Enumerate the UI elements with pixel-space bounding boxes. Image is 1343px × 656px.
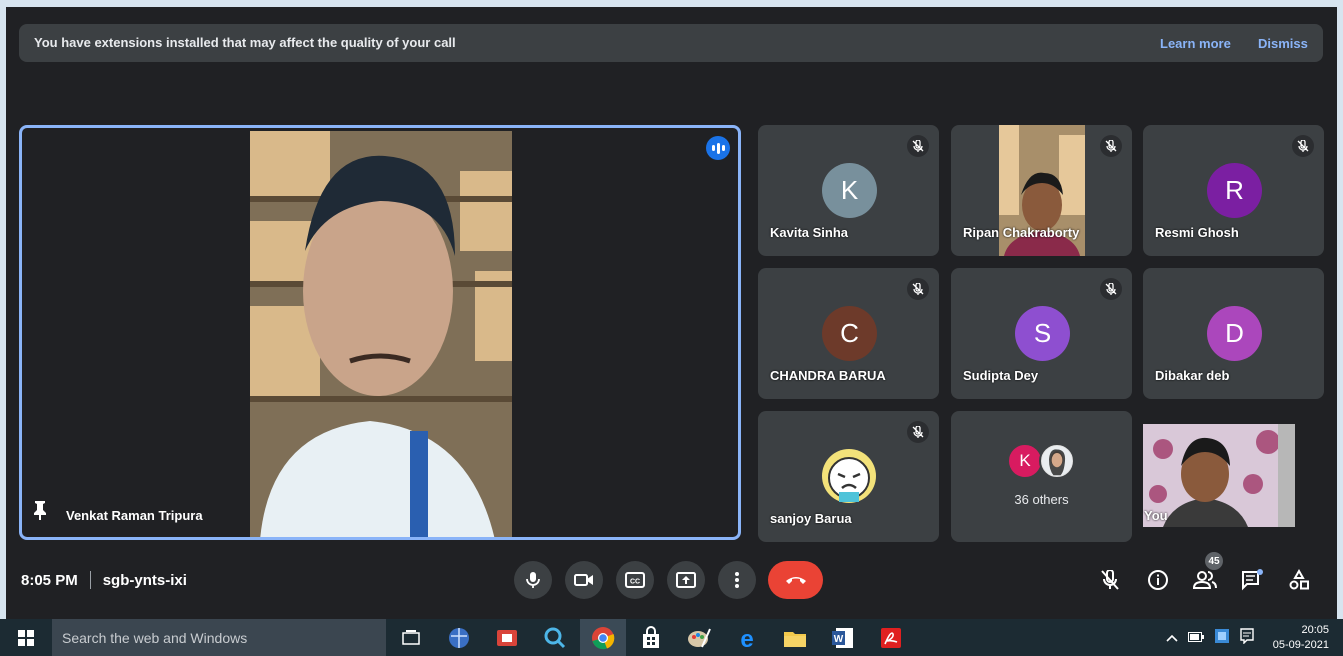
more-options-button[interactable] (718, 561, 756, 599)
mic-off-icon (907, 421, 929, 443)
svg-text:CC: CC (630, 579, 640, 586)
presentation-app-icon[interactable] (494, 625, 520, 651)
emoji-avatar-icon (822, 449, 876, 503)
svg-text:W: W (834, 634, 844, 645)
search-app-icon[interactable] (542, 625, 568, 651)
meeting-details-button[interactable] (1145, 567, 1171, 593)
start-button[interactable] (0, 619, 52, 656)
clock-time: 20:05 (1301, 624, 1329, 636)
present-screen-icon (676, 572, 696, 588)
others-avatar: K (1007, 443, 1043, 479)
meeting-code: sgb-ynts-ixi (102, 571, 187, 589)
banner-message: You have extensions installed that may a… (34, 35, 456, 50)
captions-icon: CC (625, 572, 645, 588)
activities-button[interactable] (1286, 567, 1312, 593)
others-photo-avatar (1039, 443, 1075, 479)
participant-tile[interactable]: D Dibakar deb (1143, 268, 1324, 399)
clock-date: 05-09-2021 (1272, 639, 1329, 651)
participant-name: Sudipta Dey (963, 368, 1039, 383)
speaking-indicator-icon (706, 136, 730, 160)
mic-off-icon (1101, 570, 1119, 590)
mic-off-icon (1292, 135, 1314, 157)
people-count-badge: 45 (1205, 552, 1223, 570)
microphone-icon (526, 572, 540, 588)
network-globe-icon[interactable] (446, 625, 472, 651)
meeting-time: 8:05 PM (21, 571, 78, 589)
participant-tile[interactable]: Ripan Chakraborty (951, 125, 1132, 256)
more-vert-icon (735, 572, 739, 588)
file-explorer-icon[interactable] (782, 625, 808, 651)
speaker-video (250, 131, 512, 537)
chat-icon (1242, 569, 1263, 591)
others-tile[interactable]: K 36 others (951, 411, 1132, 542)
participant-tile[interactable]: K Kavita Sinha (758, 125, 939, 256)
participant-name: sanjoy Barua (770, 511, 852, 526)
mic-off-icon (907, 278, 929, 300)
avatar: S (1015, 306, 1070, 361)
participant-tile[interactable]: R Resmi Ghosh (1143, 125, 1324, 256)
learn-more-link[interactable]: Learn more (1160, 36, 1231, 51)
notifications-icon[interactable] (1240, 628, 1254, 647)
participant-name: Resmi Ghosh (1155, 225, 1239, 240)
taskbar-search-box[interactable]: Search the web and Windows (52, 619, 386, 656)
system-tray (1166, 619, 1254, 656)
camera-button[interactable] (565, 561, 603, 599)
camera-icon (574, 574, 593, 586)
leave-call-button[interactable] (768, 561, 823, 599)
info-icon (1148, 570, 1168, 590)
self-view-tile[interactable]: You (1143, 424, 1295, 527)
windows-taskbar: Search the web and Windows e W 20:05 05-… (0, 619, 1343, 656)
mic-off-icon (907, 135, 929, 157)
participant-tile[interactable]: sanjoy Barua (758, 411, 939, 542)
paint-icon[interactable] (686, 625, 712, 651)
avatar: K (822, 163, 877, 218)
chrome-icon[interactable] (590, 625, 616, 651)
taskbar-clock[interactable]: 20:05 05-09-2021 (1273, 623, 1329, 653)
mic-off-icon (1100, 278, 1122, 300)
others-count-label: 36 others (1014, 492, 1069, 507)
task-view-icon[interactable] (398, 625, 424, 651)
activities-icon (1289, 569, 1309, 590)
participant-name: CHANDRA BARUA (770, 368, 886, 383)
people-icon (1193, 571, 1217, 589)
meeting-details: 8:05 PM sgb-ynts-ixi (21, 571, 187, 589)
extensions-warning-banner: You have extensions installed that may a… (19, 24, 1323, 62)
main-speaker-name: Venkat Raman Tripura (66, 508, 203, 523)
pin-icon[interactable] (32, 500, 48, 525)
hang-up-icon (785, 577, 806, 584)
windows-logo-icon (18, 629, 34, 646)
captions-button[interactable]: CC (616, 561, 654, 599)
store-icon[interactable] (638, 625, 664, 651)
people-button[interactable] (1192, 567, 1218, 593)
dismiss-button[interactable]: Dismiss (1258, 36, 1308, 51)
word-icon[interactable]: W (830, 625, 856, 651)
battery-icon[interactable] (1188, 631, 1204, 645)
participant-name: Ripan Chakraborty (963, 225, 1080, 240)
divider (89, 571, 91, 589)
mic-off-icon (1100, 135, 1122, 157)
search-placeholder: Search the web and Windows (62, 630, 248, 646)
self-name: You (1144, 508, 1168, 523)
pdf-reader-icon[interactable] (878, 625, 904, 651)
svg-text:e: e (740, 626, 753, 651)
avatar: C (822, 306, 877, 361)
mute-all-button[interactable] (1097, 567, 1123, 593)
microphone-button[interactable] (514, 561, 552, 599)
chat-button[interactable] (1239, 567, 1265, 593)
participant-name: Kavita Sinha (770, 225, 849, 240)
participant-tile[interactable]: S Sudipta Dey (951, 268, 1132, 399)
avatar: R (1207, 163, 1262, 218)
avatar: D (1207, 306, 1262, 361)
main-speaker-tile[interactable]: Venkat Raman Tripura (19, 125, 741, 540)
present-button[interactable] (667, 561, 705, 599)
participant-name: Dibakar deb (1155, 368, 1230, 383)
chevron-up-icon[interactable] (1166, 631, 1178, 645)
edge-icon[interactable]: e (734, 625, 760, 651)
network-icon[interactable] (1214, 628, 1230, 647)
participant-tile[interactable]: C CHANDRA BARUA (758, 268, 939, 399)
